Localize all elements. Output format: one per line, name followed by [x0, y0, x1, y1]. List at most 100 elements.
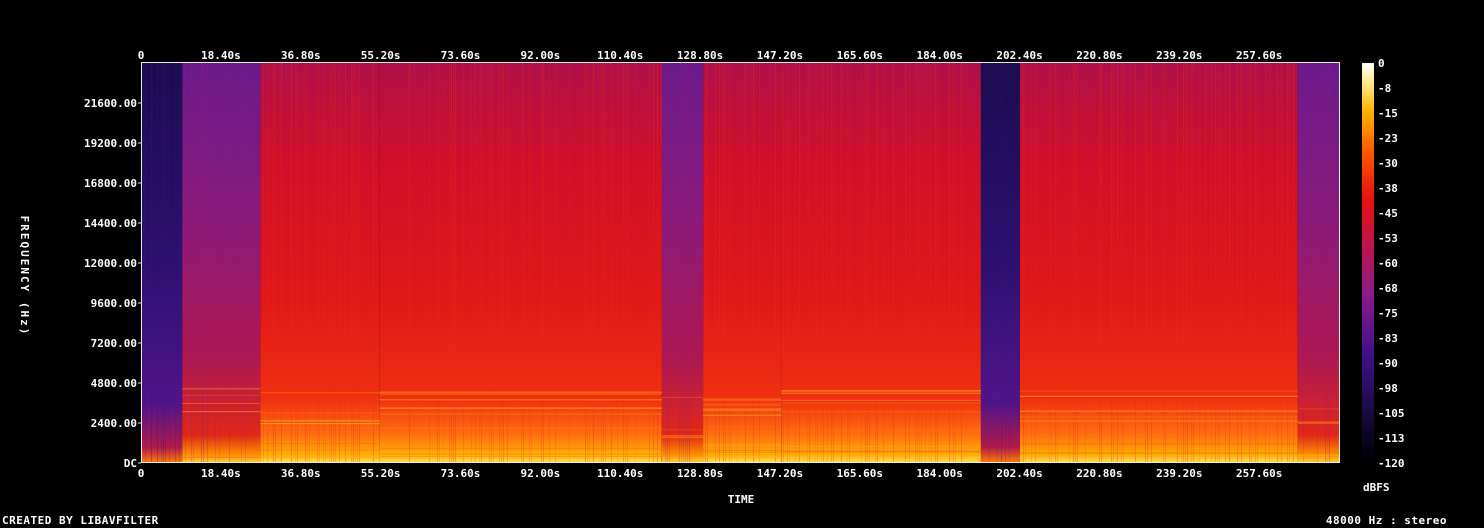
y-tick-label: 9600.00 [91, 297, 137, 310]
streak [1165, 63, 1166, 463]
spectrogram-chart: 0 18.40s 36.80s 55.20s 73.60s 92.00s 110.40s 12… [18, 49, 1405, 506]
streak [1199, 63, 1200, 463]
streak [1237, 63, 1238, 463]
streak [157, 63, 158, 463]
harmonic-line [703, 426, 782, 428]
streak [731, 63, 732, 463]
harmonic-line [703, 440, 782, 442]
streak [1099, 63, 1100, 463]
colorbar [1362, 63, 1374, 463]
streak [305, 63, 306, 463]
streak [1055, 63, 1056, 463]
colorbar-tick-label: 0 [1378, 57, 1385, 70]
streak [543, 63, 544, 463]
harmonic-line [379, 448, 662, 450]
colorbar-tick-label: -105 [1378, 407, 1405, 420]
streak [443, 63, 444, 463]
colorbar-tick-label: -23 [1378, 132, 1398, 145]
segment-4 [661, 63, 704, 463]
segment-3 [379, 63, 662, 463]
streak [687, 63, 688, 463]
harmonic-line [379, 407, 662, 409]
streak [601, 63, 602, 463]
streak [493, 63, 494, 463]
streak [1009, 63, 1010, 463]
streak [1075, 63, 1076, 463]
x-tick-label-bottom: 92.00s [520, 467, 560, 480]
x-tick-label-bottom: 55.20s [361, 467, 401, 480]
streak [1123, 63, 1124, 463]
y-tick-label: 7200.00 [91, 337, 137, 350]
streak [625, 63, 626, 463]
harmonic-line [661, 436, 704, 438]
streak [1325, 63, 1326, 463]
streak [705, 63, 706, 463]
harmonic-line [182, 456, 261, 458]
streak [1113, 63, 1114, 463]
harmonic-line [260, 420, 380, 422]
colorbar-tick-label: -113 [1378, 432, 1405, 445]
colorbar-label: dBFS [1363, 481, 1390, 494]
streak [667, 63, 668, 463]
streak [723, 63, 724, 463]
streak [1265, 63, 1266, 463]
streak [463, 63, 464, 463]
streak [471, 63, 472, 463]
streak [1163, 63, 1164, 463]
segment-5 [703, 63, 782, 463]
x-tick-label-top: 202.40s [996, 49, 1042, 62]
streak [1031, 63, 1032, 463]
streak [745, 63, 746, 463]
harmonic-line [1019, 433, 1298, 435]
streak [507, 63, 508, 463]
streak [1057, 63, 1058, 463]
colorbar-tick-label: -83 [1378, 332, 1398, 345]
x-axis-top: 0 18.40s 36.80s 55.20s 73.60s 92.00s 110.40s 12… [138, 49, 1283, 62]
x-tick-label-bottom: 165.60s [837, 467, 883, 480]
x-tick-label-bottom: 184.00s [916, 467, 962, 480]
harmonic-line [260, 450, 380, 452]
x-tick-label-top: 220.80s [1076, 49, 1122, 62]
streak [753, 63, 754, 463]
x-tick-label-bottom: 18.40s [201, 467, 241, 480]
streak [1289, 63, 1290, 463]
streak [707, 63, 708, 463]
streak [729, 63, 730, 463]
harmonic-line [260, 392, 380, 394]
harmonic-line [379, 456, 662, 458]
colorbar-tick-label: -45 [1378, 207, 1398, 220]
colorbar-tick-label: -75 [1378, 307, 1398, 320]
harmonic-line [379, 453, 662, 455]
streak [585, 63, 586, 463]
y-tick-label: 4800.00 [91, 377, 137, 390]
x-tick-label-bottom: 202.40s [996, 467, 1042, 480]
x-axis-bottom: 0 18.40s 36.80s 55.20s 73.60s 92.00s 110.40s 12… [138, 467, 1283, 480]
streak [569, 63, 570, 463]
harmonic-line [703, 450, 782, 452]
colorbar-tick-label: -120 [1378, 457, 1405, 470]
streak [1211, 63, 1212, 463]
streak [1327, 63, 1328, 463]
footer-credit: CREATED BY LIBAVFILTER [2, 514, 159, 527]
harmonic-line [1297, 454, 1339, 456]
harmonic-line [703, 456, 782, 458]
x-tick-label-top: 128.80s [677, 49, 723, 62]
x-tick-label-bottom: 128.80s [677, 467, 723, 480]
segment-2 [260, 63, 380, 463]
streak [273, 63, 274, 463]
x-tick-label-bottom: 0 [138, 467, 145, 480]
streak [359, 63, 360, 463]
streak [681, 63, 682, 463]
harmonic-line [1019, 430, 1298, 432]
streak [1147, 63, 1148, 463]
streak [1025, 63, 1026, 463]
streak [291, 63, 292, 463]
streak [657, 63, 658, 463]
harmonic-line [781, 429, 981, 431]
streak [653, 63, 654, 463]
harmonic-line [661, 429, 704, 431]
colorbar-tick-label: -30 [1378, 157, 1398, 170]
streak [1215, 63, 1216, 463]
streak [1287, 63, 1288, 463]
streak [1277, 63, 1278, 463]
